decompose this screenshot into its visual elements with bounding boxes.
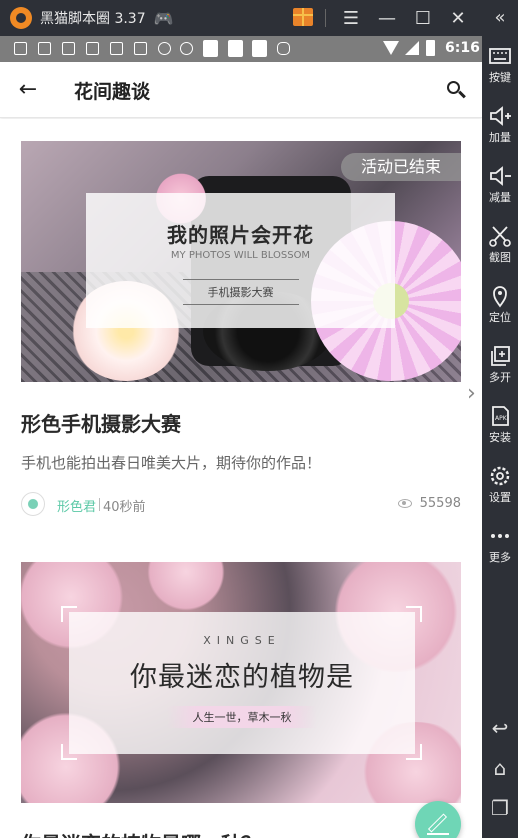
cat-icon [277,42,290,55]
banner-brand: XINGSE [203,634,281,647]
view-count: 55598 [419,496,461,511]
notification-icon [62,42,75,55]
volume-up-icon [490,106,511,126]
notification-icon [86,42,99,55]
status-time: 6:16 [445,40,480,56]
emulator-title-bar: 黑猫脚本圈 3.37 🎮 [0,0,518,36]
search-icon[interactable] [442,76,470,104]
svg-text:APK: APK [495,415,508,422]
keyboard-icon [489,48,511,64]
android-home-icon[interactable]: ⌂ [482,756,518,780]
sidebar-tool-location[interactable]: 定位 [482,284,518,325]
banner-tag: 手机摄影大赛 [182,279,299,305]
sidebar-tool-volume-down[interactable]: 减量 [482,164,518,205]
post-time: 40秒前 [99,496,146,515]
post-title[interactable]: 你最迷恋的植物是哪一种？ [21,828,261,838]
android-screen: 6:16 ← 花间趣谈 我的照片会开花 MY PHOTOS WILL BLOSS… [0,36,482,838]
sidebar-tool-keys[interactable]: 按键 [482,44,518,85]
post-description: 手机也能拍出春日唯美大片，期待你的作品！ [21,454,322,472]
post-banner-image[interactable]: XINGSE 你最迷恋的植物是 人生一世，草木一秋 [21,562,461,803]
android-back-icon[interactable]: ↩ [482,716,518,740]
notification-icon [14,42,27,55]
author-name[interactable]: 形色君 [57,496,96,515]
sidebar-collapse-icon[interactable]: « [482,4,518,32]
more-dots-icon [491,534,509,538]
post-feed: 我的照片会开花 MY PHOTOS WILL BLOSSOM 手机摄影大赛 活动… [0,119,482,838]
gear-icon [490,466,510,486]
status-badge: 活动已结束 [341,153,461,181]
emulator-logo-icon [10,7,32,29]
sidebar-tool-screenshot[interactable]: 截图 [482,224,518,265]
pen-icon [427,813,448,833]
chevron-right-icon[interactable]: › [467,381,482,421]
eye-icon [398,499,412,508]
sidebar-tool-volume-up[interactable]: 加量 [482,104,518,145]
notification-icon [134,42,147,55]
post-card[interactable]: XINGSE 你最迷恋的植物是 人生一世，草木一秋 [0,540,482,838]
emulator-title: 黑猫脚本圈 3.37 [40,11,146,27]
back-arrow-icon[interactable]: ← [14,76,42,104]
emulator-sidebar: 按键 加量 减量 截图 定位 多开 APK 安装 设置 更多 ↩ ⌂ ❐ [482,36,518,838]
status-bar: 6:16 [0,36,482,62]
gift-icon[interactable] [293,8,313,26]
post-banner-image[interactable]: 我的照片会开花 MY PHOTOS WILL BLOSSOM 手机摄影大赛 活动… [21,141,461,382]
post-title[interactable]: 形色手机摄影大赛 [21,408,181,437]
menu-icon[interactable]: ☰ [337,4,365,32]
page-title: 花间趣谈 [74,81,151,103]
post-meta: 形色君 40秒前 55598 [21,492,461,516]
title-divider [325,9,326,27]
banner-tag: 人生一世，草木一秋 [167,706,317,728]
sidebar-tool-multi-instance[interactable]: 多开 [482,344,518,385]
maximize-icon[interactable]: ☐ [409,4,437,32]
multi-instance-icon [491,346,510,366]
notification-icon [252,40,267,57]
notification-icon [110,42,123,55]
post-card[interactable]: 我的照片会开花 MY PHOTOS WILL BLOSSOM 手机摄影大赛 活动… [0,119,482,566]
notification-icon [203,40,218,57]
wifi-icon [383,41,399,55]
gamepad-icon[interactable]: 🎮 [154,9,174,28]
app-bar: ← 花间趣谈 [0,62,482,118]
apk-install-icon: APK [492,406,509,426]
banner-title: 我的照片会开花 [167,223,314,247]
battery-icon [426,40,435,56]
banner-subtitle: MY PHOTOS WILL BLOSSOM [170,250,311,261]
close-icon[interactable]: ✕ [444,4,472,32]
banner-overlay: XINGSE 你最迷恋的植物是 人生一世，草木一秋 [69,612,415,754]
notification-icon [38,42,51,55]
minimize-icon[interactable]: — [373,4,401,32]
sidebar-tool-settings[interactable]: 设置 [482,464,518,505]
weibo-icon [158,42,171,55]
signal-icon [405,41,419,55]
banner-title: 你最迷恋的植物是 [130,662,354,693]
weibo-icon [180,42,193,55]
scissors-icon [489,226,511,247]
android-recents-icon[interactable]: ❐ [482,796,518,820]
location-pin-icon [493,286,507,308]
banner-overlay: 我的照片会开花 MY PHOTOS WILL BLOSSOM 手机摄影大赛 [86,193,395,328]
volume-down-icon [490,166,511,186]
sidebar-tool-install[interactable]: APK 安装 [482,404,518,445]
sidebar-tool-more[interactable]: 更多 [482,524,518,565]
avatar[interactable] [21,492,45,516]
notification-icon [228,40,243,57]
